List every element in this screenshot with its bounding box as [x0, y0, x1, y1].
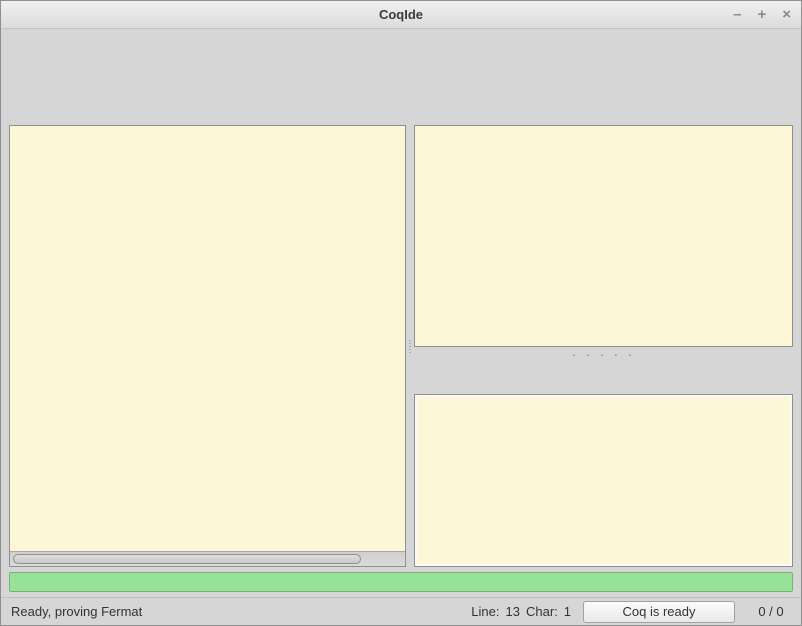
message-tab-bar [414, 363, 793, 394]
window-title: CoqIde [379, 7, 423, 22]
goal-panel [414, 125, 793, 347]
maximize-icon[interactable]: + [757, 7, 766, 22]
line-value: 13 [506, 604, 520, 619]
menu-bar [1, 29, 801, 53]
status-bar: Ready, proving Fermat Line: 13 Char: 1 C… [1, 597, 801, 625]
session-tab-bar [1, 91, 801, 125]
title-bar: CoqIde – + × [1, 1, 801, 29]
minimize-icon[interactable]: – [733, 7, 741, 22]
progress-bar [9, 572, 793, 592]
main-area: ····· · · · · · [1, 125, 801, 567]
splitter-grip-icon: ····· [409, 339, 412, 354]
script-editor[interactable] [10, 126, 405, 551]
coq-status-button[interactable]: Coq is ready [583, 601, 735, 623]
right-pane: · · · · · [414, 125, 793, 567]
messages-panel [414, 394, 793, 567]
task-counter: 0 / 0 [751, 604, 791, 619]
progress-bar-track [1, 567, 801, 597]
toolbar [1, 53, 801, 91]
splitter-grip-icon: · · · · · [572, 352, 635, 358]
scrollbar-thumb[interactable] [13, 554, 361, 564]
coqide-window: CoqIde – + × ····· · · · · · [0, 0, 802, 626]
char-value: 1 [564, 604, 571, 619]
window-controls: – + × [733, 1, 791, 28]
close-icon[interactable]: × [782, 7, 791, 22]
horizontal-scrollbar[interactable] [10, 551, 405, 566]
status-message: Ready, proving Fermat [11, 604, 471, 619]
status-right: Line: 13 Char: 1 Coq is ready 0 / 0 [471, 601, 791, 623]
script-editor-pane [9, 125, 406, 567]
line-label: Line: [471, 604, 499, 619]
char-label: Char: [526, 604, 558, 619]
vertical-splitter[interactable]: ····· [406, 125, 414, 567]
horizontal-splitter[interactable]: · · · · · [414, 347, 793, 363]
